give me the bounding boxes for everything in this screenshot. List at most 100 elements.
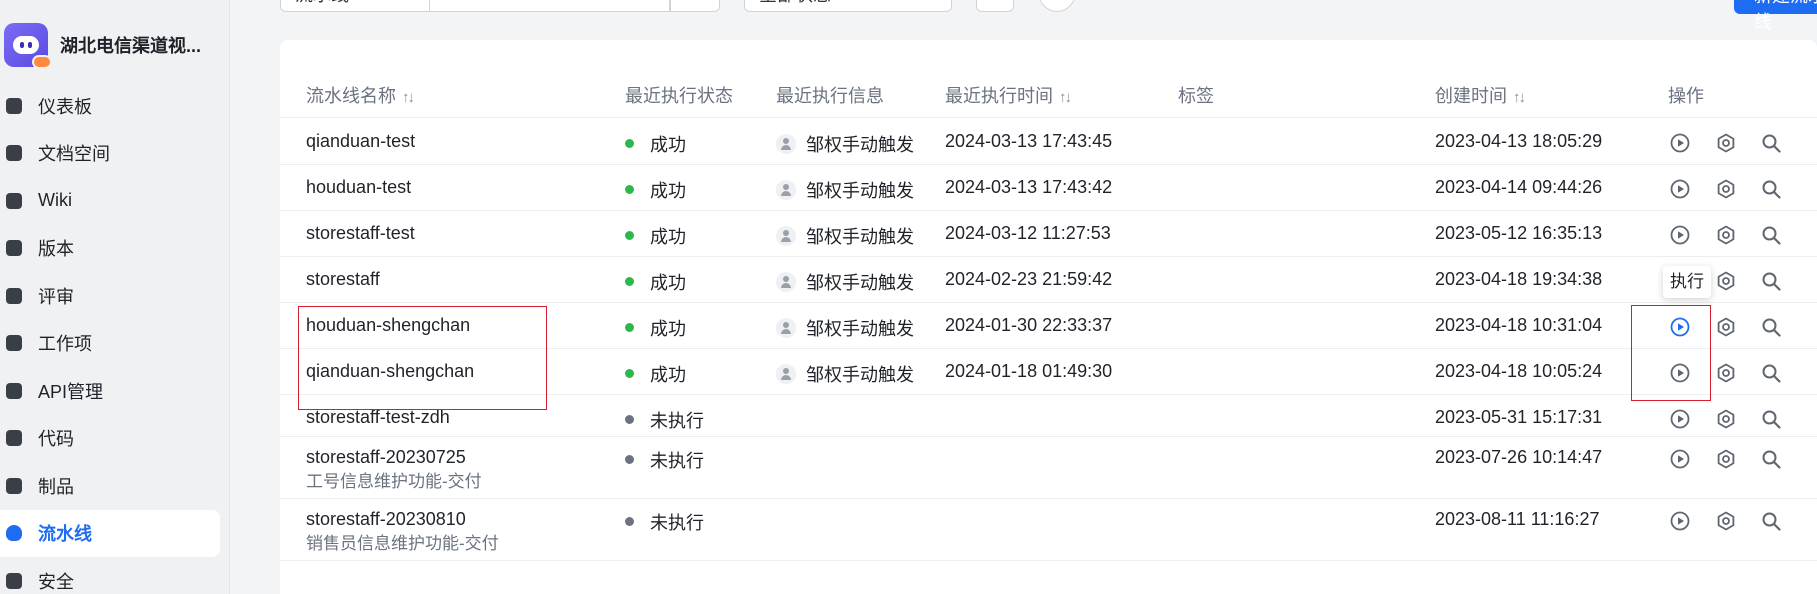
view-icon[interactable] [1760,316,1782,338]
table-row[interactable]: storestaff-test 成功 邹权手动触发 2024-03-12 11:27:… [280,211,1817,257]
cloud-badge-icon [32,55,52,69]
sidebar-item-0[interactable]: 仪表板 [0,82,220,130]
settings-icon[interactable] [1715,510,1737,532]
settings-icon[interactable] [1715,270,1737,292]
search-button[interactable] [670,0,720,12]
filter-button[interactable] [976,0,1014,12]
sidebar-item-6[interactable]: API管理 [0,367,220,415]
pipeline-name-link[interactable]: storestaff-test [306,223,415,244]
run-icon[interactable] [1669,316,1691,338]
col-name-label: 流水线名称 [306,86,396,106]
status-select[interactable]: 全部状态 [744,0,952,12]
sidebar-item-3[interactable]: 版本 [0,225,220,273]
pipeline-name-link[interactable]: houduan-test [306,177,411,198]
table-row[interactable]: storestaff 成功 邹权手动触发 2024-02-23 21:59:42 202… [280,257,1817,303]
wiki-icon [6,192,22,209]
code-icon [6,430,22,447]
run-icon[interactable] [1669,178,1691,200]
table-row[interactable]: houduan-shengchan 成功 邹权手动触发 2024-01-30 22:3… [280,303,1817,349]
trigger-cell: 邹权手动触发 [776,269,914,295]
sidebar-item-1[interactable]: 文档空间 [0,130,220,178]
run-icon[interactable] [1669,448,1691,470]
pipeline-name-link[interactable]: qianduan-test [306,131,415,152]
status-text: 未执行 [650,451,704,471]
settings-icon[interactable] [1715,408,1737,430]
table-row[interactable]: storestaff-test-zdh 未执行 2023-05-31 15:17:3… [280,395,1817,437]
sidebar-item-8[interactable]: 制品 [0,462,220,510]
table-row[interactable]: storestaff-20230725 工号信息维护功能-交付 未执行 2023-07… [280,437,1817,499]
sidebar-item-label: 制品 [38,476,74,497]
sort-icon[interactable]: ↑↓ [1513,89,1526,106]
created-time: 2023-04-13 18:05:29 [1435,131,1603,151]
pipeline-name-link[interactable]: storestaff-20230725 [306,447,466,468]
pipeline-description: 工号信息维护功能-交付 [306,472,482,491]
settings-icon[interactable] [1715,132,1737,154]
app-header[interactable]: 湖北电信渠道视... [4,22,201,69]
trigger-text: 邹权手动触发 [806,135,914,155]
sidebar-item-2[interactable]: Wiki [0,177,220,225]
settings-icon[interactable] [1715,224,1737,246]
pipeline-name-link[interactable]: storestaff-20230810 [306,509,466,530]
status-text: 成功 [650,273,686,293]
run-icon[interactable] [1669,362,1691,384]
status-cell: 未执行 [625,509,704,535]
settings-icon[interactable] [1715,362,1737,384]
settings-icon[interactable] [1715,316,1737,338]
status-dot-icon [625,368,634,378]
run-icon[interactable] [1669,132,1691,154]
status-text: 成功 [650,135,686,155]
filter-type-select[interactable]: 流水线 [280,0,430,12]
create-pipeline-button[interactable]: 新建流水线 [1734,0,1817,32]
help-button[interactable] [1038,0,1076,12]
run-icon[interactable] [1669,408,1691,430]
run-icon[interactable] [1669,224,1691,246]
sidebar-item-label: 流水线 [38,524,92,545]
col-created-header[interactable]: 创建时间 ↑↓ [1435,82,1526,108]
view-icon[interactable] [1760,178,1782,200]
pipeline-name-link[interactable]: houduan-shengchan [306,315,470,336]
view-icon[interactable] [1760,448,1782,470]
toolbar: 流水线 全部状态 新建流水线 [280,0,1817,32]
table-row[interactable]: qianduan-shengchan 成功 邹权手动触发 2024-01-18 01:… [280,349,1817,395]
sort-icon[interactable]: ↑↓ [402,89,415,106]
sidebar-item-10[interactable]: 安全 [0,557,220,594]
pipeline-name-link[interactable]: storestaff-test-zdh [306,407,450,428]
view-icon[interactable] [1760,224,1782,246]
sidebar-item-7[interactable]: 代码 [0,415,220,463]
user-icon [776,134,796,155]
status-cell: 未执行 [625,447,704,473]
settings-icon[interactable] [1715,448,1737,470]
status-dot-icon [625,516,634,526]
checkbox-icon [6,335,22,352]
run-icon[interactable] [1669,510,1691,532]
created-time: 2023-04-18 10:05:24 [1435,361,1603,381]
table-row[interactable]: houduan-test 成功 邹权手动触发 2024-03-13 17:43:42 2… [280,165,1817,211]
sidebar-item-4[interactable]: 评审 [0,272,220,320]
created-time: 2023-04-18 10:31:04 [1435,315,1603,335]
app-logo [4,23,52,69]
view-icon[interactable] [1760,270,1782,292]
sidebar-item-label: 文档空间 [38,144,110,165]
status-dot-icon [625,138,634,148]
sidebar-item-5[interactable]: 工作项 [0,320,220,368]
status-dot-icon [625,184,634,194]
table-row[interactable]: qianduan-test 成功 邹权手动触发 2024-03-13 17:43:45… [280,119,1817,165]
col-last-time-header[interactable]: 最近执行时间 ↑↓ [945,82,1072,108]
user-icon [776,272,796,293]
sidebar-item-label: 代码 [38,429,74,450]
sort-icon[interactable]: ↑↓ [1059,89,1072,106]
view-icon[interactable] [1760,362,1782,384]
view-icon[interactable] [1760,132,1782,154]
status-cell: 成功 [625,315,686,341]
status-text: 成功 [650,227,686,247]
status-cell: 成功 [625,361,686,387]
search-input[interactable] [430,0,670,12]
view-icon[interactable] [1760,408,1782,430]
sidebar-item-9[interactable]: 流水线 [0,509,220,557]
pipeline-name-link[interactable]: qianduan-shengchan [306,361,474,382]
col-name-header[interactable]: 流水线名称 ↑↓ [306,82,415,108]
view-icon[interactable] [1760,510,1782,532]
pipeline-name-link[interactable]: storestaff [306,269,380,290]
settings-icon[interactable] [1715,178,1737,200]
table-row[interactable]: storestaff-20230810 销售员信息维护功能-交付 未执行 2023-0… [280,499,1817,561]
